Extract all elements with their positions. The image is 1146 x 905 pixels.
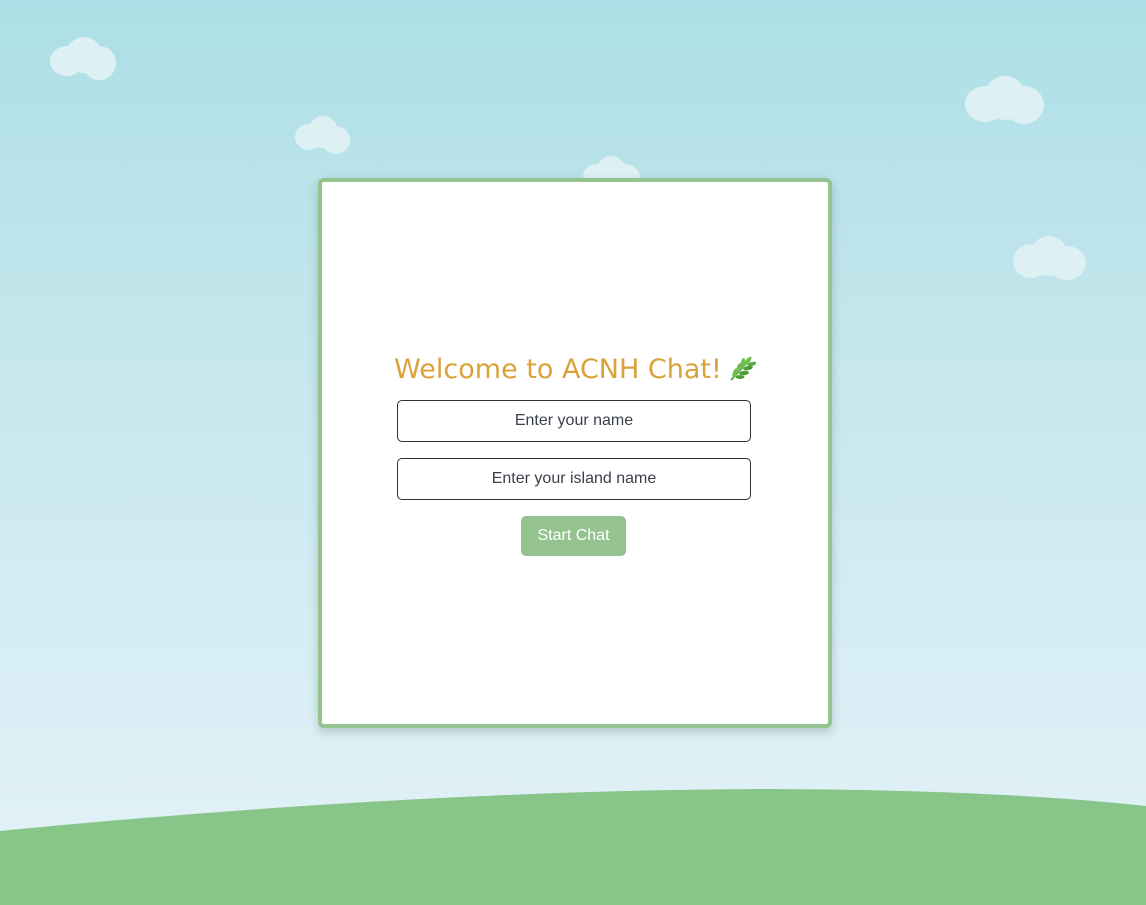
herb-leaf-icon	[730, 356, 756, 381]
page-title: Welcome to ACNH Chat!	[322, 350, 828, 390]
welcome-card: Welcome to ACNH Chat! Start Chat	[318, 178, 832, 728]
name-input[interactable]	[397, 400, 751, 442]
start-chat-button[interactable]: Start Chat	[521, 516, 626, 556]
cloud-icon	[964, 74, 1054, 124]
cloud-icon	[294, 114, 384, 164]
island-name-input[interactable]	[397, 458, 751, 500]
cloud-icon	[48, 36, 138, 86]
title-text: Welcome to ACNH Chat!	[394, 354, 722, 385]
cloud-icon	[1012, 234, 1102, 284]
